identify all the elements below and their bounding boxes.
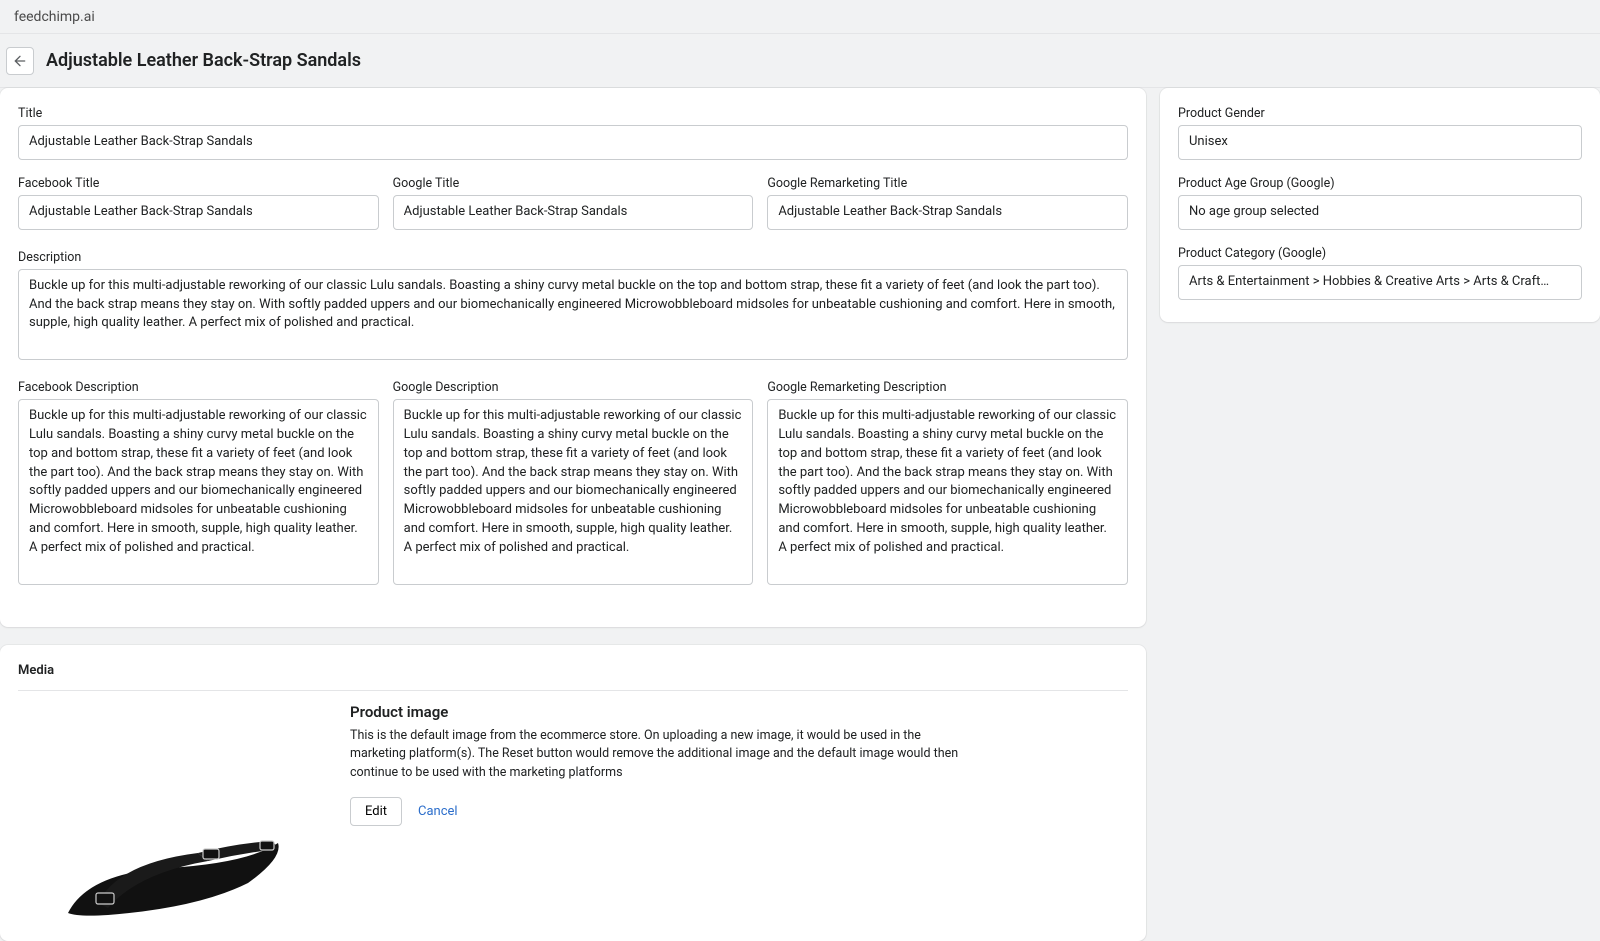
arrow-left-icon <box>12 53 28 69</box>
product-image-help-text: This is the default image from the ecomm… <box>350 727 970 783</box>
facebook-title-input[interactable] <box>18 195 379 230</box>
title-input[interactable] <box>18 125 1128 160</box>
product-image-preview <box>18 703 328 923</box>
google-description-textarea[interactable] <box>393 399 754 585</box>
description-textarea[interactable] <box>18 269 1128 360</box>
google-title-label: Google Title <box>393 176 754 191</box>
sidebar-card: Product Gender Product Age Group (Google… <box>1160 88 1600 322</box>
product-image-heading: Product image <box>350 703 970 721</box>
product-category-select[interactable] <box>1178 265 1582 300</box>
facebook-description-textarea[interactable] <box>18 399 379 585</box>
product-category-label: Product Category (Google) <box>1178 246 1582 261</box>
google-title-input[interactable] <box>393 195 754 230</box>
cancel-image-button[interactable]: Cancel <box>418 804 458 819</box>
google-remarketing-description-textarea[interactable] <box>767 399 1128 585</box>
titles-card: Title Facebook Title Google Title Google… <box>0 88 1146 627</box>
page-header: Adjustable Leather Back-Strap Sandals <box>0 34 1600 88</box>
facebook-description-label: Facebook Description <box>18 380 379 395</box>
back-button[interactable] <box>6 47 34 75</box>
title-label: Title <box>18 106 1128 121</box>
google-remarketing-title-label: Google Remarketing Title <box>767 176 1128 191</box>
topbar: feedchimp.ai <box>0 0 1600 34</box>
edit-image-button[interactable]: Edit <box>350 797 402 826</box>
google-remarketing-title-input[interactable] <box>767 195 1128 230</box>
google-remarketing-description-label: Google Remarketing Description <box>767 380 1128 395</box>
product-age-group-select[interactable] <box>1178 195 1582 230</box>
media-section-title: Media <box>18 663 1128 678</box>
product-age-group-label: Product Age Group (Google) <box>1178 176 1582 191</box>
product-gender-label: Product Gender <box>1178 106 1582 121</box>
page-title: Adjustable Leather Back-Strap Sandals <box>46 50 361 71</box>
google-description-label: Google Description <box>393 380 754 395</box>
facebook-title-label: Facebook Title <box>18 176 379 191</box>
media-card: Media Product image This is the default … <box>0 645 1146 941</box>
description-label: Description <box>18 250 1128 265</box>
brand-text: feedchimp.ai <box>14 9 95 25</box>
sandal-image-icon <box>48 813 298 923</box>
product-gender-select[interactable] <box>1178 125 1582 160</box>
